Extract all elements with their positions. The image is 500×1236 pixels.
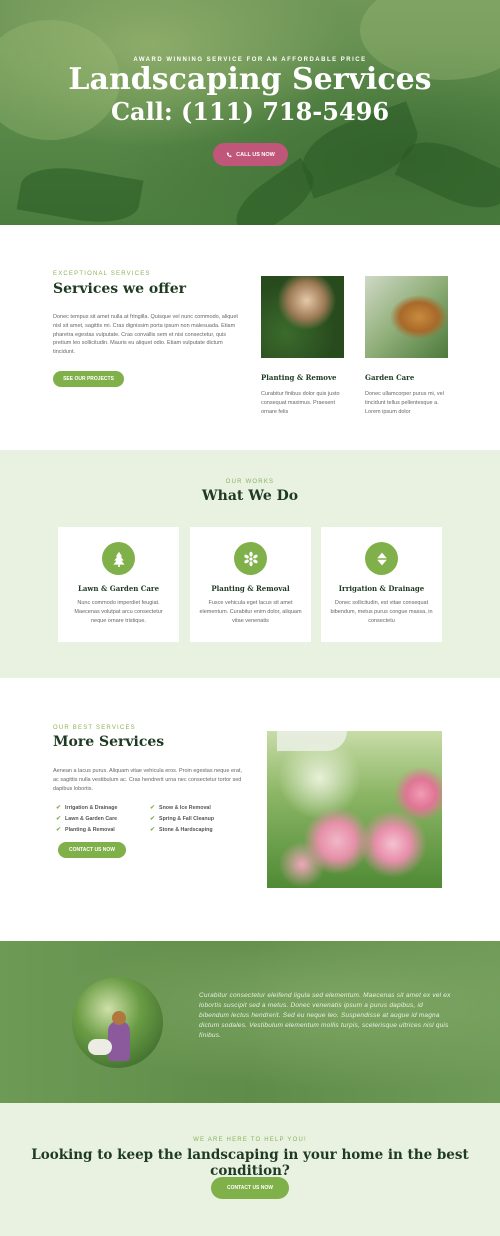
dog-figure <box>88 1039 112 1055</box>
person-figure <box>108 1021 130 1061</box>
service-list-item: ✔ Stone & Hardscaping <box>150 826 213 834</box>
offer-card-title: Planting & Remove <box>261 373 337 382</box>
hero-leaf <box>16 159 144 225</box>
services-offer-section: EXCEPTIONAL SERVICES Services we offer D… <box>0 225 500 450</box>
more-eyebrow: OUR BEST SERVICES <box>53 725 136 731</box>
offer-card-text: Donec ullamcorper purus mi, vel tincidun… <box>365 391 444 415</box>
arrows-icon <box>365 542 398 575</box>
check-icon: ✔ <box>56 816 62 822</box>
cta-heading: Looking to keep the landscaping in your … <box>31 1147 469 1179</box>
hero-title: Landscaping Services <box>68 62 432 97</box>
more-heading: More Services <box>53 734 165 750</box>
service-card: Lawn & Garden Care Nunc commodo imperdie… <box>58 527 179 642</box>
service-list-item: ✔ Irrigation & Drainage <box>56 804 118 812</box>
service-list-item: ✔ Planting & Removal <box>56 826 115 834</box>
works-heading: What We Do <box>201 488 299 504</box>
more-services-section: OUR BEST SERVICES More Services Aenean a… <box>0 678 500 941</box>
phone-icon <box>227 152 232 157</box>
service-card-text: Nunc commodo imperdiet feugiat. Maecenas… <box>74 600 163 624</box>
offer-card-text: Curabitur finibus dolor quis justo conse… <box>261 391 340 415</box>
offer-heading: Services we offer <box>53 281 186 297</box>
service-card: Planting & Removal Fusce vehicula eget l… <box>190 527 311 642</box>
service-card-title: Lawn & Garden Care <box>77 584 160 593</box>
service-card-title: Planting & Removal <box>211 584 290 593</box>
flowers-watering-photo <box>267 731 442 888</box>
call-us-button[interactable]: CALL US NOW <box>213 143 288 166</box>
garden-care-photo <box>365 276 448 358</box>
offer-card-title: Garden Care <box>365 373 415 382</box>
hero-section: AWARD WINNING SERVICE FOR AN AFFORDABLE … <box>0 0 500 225</box>
watering-can <box>277 731 347 751</box>
testimonial-quote: Curabitur consectetur eleifend ligula se… <box>199 992 451 1039</box>
cta-section: WE ARE HERE TO HELP YOU! Looking to keep… <box>0 1103 500 1236</box>
service-list-item: ✔ Spring & Fall Cleanup <box>150 815 215 823</box>
see-projects-button[interactable]: SEE OUR PROJECTS <box>53 371 124 387</box>
check-icon: ✔ <box>150 827 156 833</box>
check-icon: ✔ <box>56 805 62 811</box>
cta-contact-button[interactable]: CONTACT US NOW <box>211 1177 289 1199</box>
call-us-label: CALL US NOW <box>236 151 275 158</box>
offer-eyebrow: EXCEPTIONAL SERVICES <box>53 271 151 277</box>
planting-photo <box>261 276 344 358</box>
works-eyebrow: OUR WORKS <box>225 479 275 485</box>
check-icon: ✔ <box>150 805 156 811</box>
contact-us-button[interactable]: CONTACT US NOW <box>58 842 126 858</box>
check-icon: ✔ <box>56 827 62 833</box>
service-list-item: ✔ Lawn & Garden Care <box>56 815 118 823</box>
service-card-text: Donec sollicitudin, est vitae consequat … <box>330 600 433 624</box>
service-card-title: Irrigation & Drainage <box>338 584 425 593</box>
service-card-text: Fusce vehicula eget lacus sit amet eleme… <box>199 600 302 624</box>
more-body: Aenean a lacus purus. Aliquam vitae vehi… <box>53 768 242 792</box>
cta-eyebrow: WE ARE HERE TO HELP YOU! <box>193 1137 307 1143</box>
testimonial-photo <box>72 977 163 1068</box>
tree-icon <box>102 542 135 575</box>
what-we-do-section: OUR WORKS What We Do Lawn & Garden Care … <box>0 450 500 678</box>
check-icon: ✔ <box>150 816 156 822</box>
person-head <box>112 1011 126 1025</box>
hero-phone: Call: (111) 718-5496 <box>110 97 390 126</box>
service-card: Irrigation & Drainage Donec sollicitudin… <box>321 527 442 642</box>
offer-body: Donec tempus sit amet nulla at fringilla… <box>53 314 238 356</box>
testimonial-section: Curabitur consectetur eleifend ligula se… <box>0 941 500 1103</box>
flower-icon <box>234 542 267 575</box>
service-list-item: ✔ Snow & Ice Removal <box>150 804 211 812</box>
